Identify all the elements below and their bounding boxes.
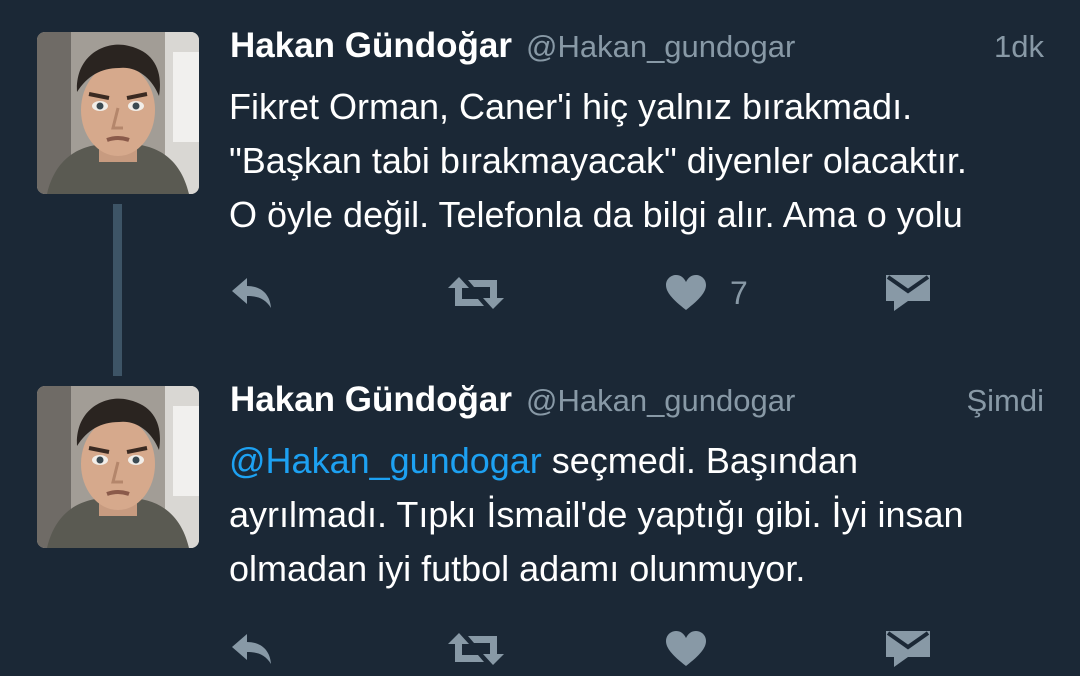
direct-message-button[interactable] xyxy=(886,268,930,318)
direct-message-icon xyxy=(886,275,930,311)
like-button[interactable]: 7 xyxy=(666,268,748,318)
tweet-text-fragment: seçmedi. Başından xyxy=(541,440,858,481)
timestamp: 1dk xyxy=(994,29,1044,64)
tweet[interactable]: Hakan Gündoğar @Hakan_gundogar Şimdi @Ha… xyxy=(0,360,1080,676)
reply-icon xyxy=(230,632,274,666)
tweet-header: Hakan Gündoğar @Hakan_gundogar Şimdi xyxy=(230,380,1044,428)
avatar[interactable] xyxy=(37,32,199,194)
tweet-text: @Hakan_gundogar seçmedi. Başından ayrılm… xyxy=(229,434,1049,596)
reply-button[interactable] xyxy=(230,268,274,318)
timestamp: Şimdi xyxy=(966,383,1044,418)
tweet[interactable]: Hakan Gündoğar @Hakan_gundogar 1dk Fikre… xyxy=(0,0,1080,360)
retweet-icon xyxy=(448,632,504,666)
mention-link[interactable]: @Hakan_gundogar xyxy=(229,440,542,481)
like-count: 7 xyxy=(730,274,748,311)
author-name[interactable]: Hakan Gündoğar xyxy=(230,380,512,420)
direct-message-icon xyxy=(886,631,930,667)
profile-photo xyxy=(37,32,199,194)
direct-message-button[interactable] xyxy=(886,624,930,674)
tweet-text-line: ayrılmadı. Tıpkı İsmail'de yaptığı gibi.… xyxy=(229,494,964,535)
retweet-button[interactable] xyxy=(448,268,504,318)
tweet-text-line: olmadan iyi futbol adamı olunmuyor. xyxy=(229,548,806,589)
tweet-text-line: Fikret Orman, Caner'i hiç yalnız bırakma… xyxy=(229,86,913,127)
author-handle[interactable]: @Hakan_gundogar xyxy=(526,29,795,65)
author-handle[interactable]: @Hakan_gundogar xyxy=(526,383,795,419)
tweet-actions xyxy=(0,624,1080,674)
reply-icon xyxy=(230,276,274,310)
avatar[interactable] xyxy=(37,386,199,548)
heart-icon xyxy=(666,631,706,667)
reply-button[interactable] xyxy=(230,624,274,674)
author-name[interactable]: Hakan Gündoğar xyxy=(230,26,512,66)
tweet-text: Fikret Orman, Caner'i hiç yalnız bırakma… xyxy=(229,80,1049,242)
like-button[interactable] xyxy=(666,624,706,674)
tweet-actions: 7 xyxy=(0,268,1080,318)
retweet-icon xyxy=(448,276,504,310)
retweet-button[interactable] xyxy=(448,624,504,674)
profile-photo xyxy=(37,386,199,548)
heart-icon xyxy=(666,275,706,311)
tweet-text-line: @Hakan_gundogar seçmedi. Başından xyxy=(229,434,1049,488)
tweet-text-line: O öyle değil. Telefonla da bilgi alır. A… xyxy=(229,194,963,235)
tweet-text-line: "Başkan tabi bırakmayacak" diyenler olac… xyxy=(229,140,967,181)
tweet-header: Hakan Gündoğar @Hakan_gundogar 1dk xyxy=(230,26,1044,74)
